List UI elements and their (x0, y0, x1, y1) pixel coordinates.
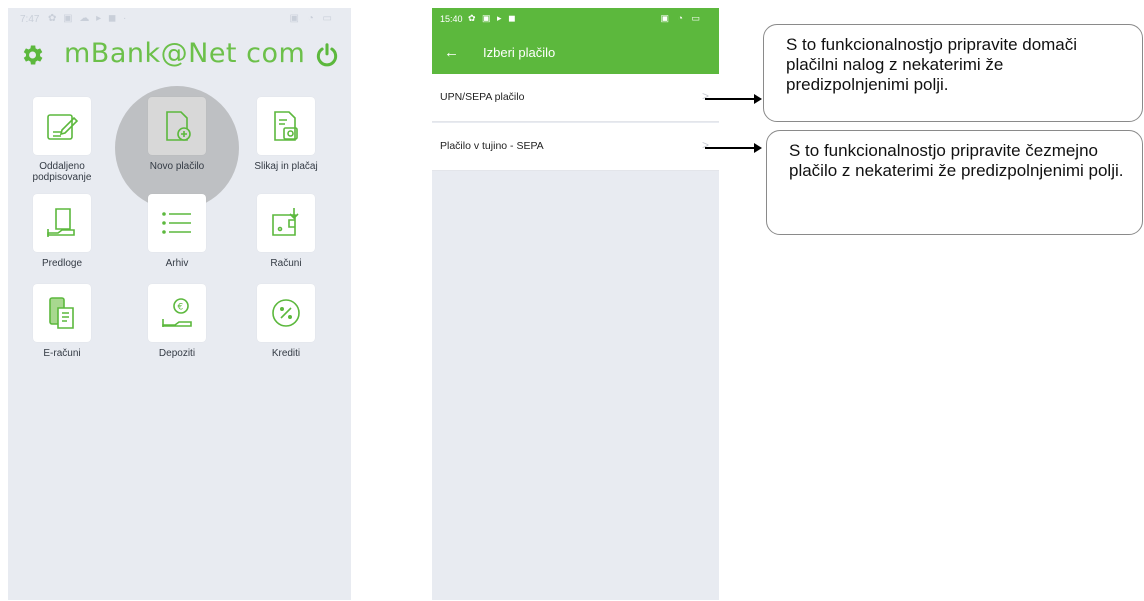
tile-box (148, 194, 206, 252)
tile-box (257, 284, 315, 342)
tile-e-invoices[interactable]: E-računi (12, 284, 112, 359)
screen-title: Izberi plačilo (483, 45, 556, 60)
status-system-icons: ▣ ◔ ▭ (660, 13, 703, 23)
chevron-right-icon: > (701, 89, 709, 103)
tile-label: Predloge (41, 258, 83, 269)
power-icon[interactable] (314, 42, 340, 68)
tile-box (257, 194, 315, 252)
status-system-icons: ▣ ◔ ▭ (289, 13, 335, 24)
new-payment-icon (166, 111, 191, 141)
tile-box (257, 97, 315, 155)
app-brand-title: mBank@Net com (64, 38, 306, 69)
chevron-right-icon: > (701, 138, 709, 152)
tile-scan-pay[interactable]: Slikaj in plačaj (236, 97, 336, 172)
deposit-icon: € (162, 298, 192, 327)
tile-label: Računi (270, 258, 302, 269)
gear-icon[interactable] (19, 42, 45, 68)
tile-box (33, 284, 91, 342)
tile-box (33, 97, 91, 155)
list-item-foreign-sepa[interactable]: Plačilo v tujino - SEPA > (432, 123, 719, 171)
status-notification-icons: ✿ ▣ ☁ ▸ ◼ · (48, 13, 129, 24)
status-bar: 15:40 ✿ ▣ ▸ ◼ ▣ ◔ ▭ (432, 8, 719, 30)
tile-box: € (148, 284, 206, 342)
archive-list-icon (162, 212, 191, 234)
tile-remote-signing[interactable]: Oddaljeno podpisovanje (12, 97, 112, 183)
tile-accounts[interactable]: Računi (236, 194, 336, 269)
scan-pay-icon (274, 111, 298, 141)
tile-label: E-računi (43, 348, 81, 359)
callout-text: S to funkcionalnostjo pripravite čezmejn… (789, 141, 1124, 180)
callout-text: S to funkcionalnostjo pripravite domači … (786, 35, 1078, 94)
callout-domestic-payment: S to funkcionalnostjo pripravite domači … (763, 24, 1143, 122)
tile-archive[interactable]: Arhiv (127, 194, 227, 269)
callout-arrow (705, 94, 762, 104)
svg-text:€: € (178, 303, 184, 313)
tile-box (148, 97, 206, 155)
credit-percent-icon (272, 299, 300, 327)
templates-icon (47, 208, 75, 237)
tile-label: Slikaj in plačaj (254, 161, 318, 172)
callout-crossborder-payment: S to funkcionalnostjo pripravite čezmejn… (766, 130, 1143, 235)
tile-label: Arhiv (165, 258, 189, 269)
app-header: mBank@Net com (8, 34, 351, 78)
tile-label: Krediti (271, 348, 301, 359)
list-item-upn-sepa[interactable]: UPN/SEPA plačilo > (432, 74, 719, 122)
status-time: 7:47 (20, 14, 40, 25)
tile-templates[interactable]: Predloge (12, 194, 112, 269)
e-invoice-icon (49, 297, 74, 329)
callout-arrow (705, 143, 762, 153)
list-item-label: UPN/SEPA plačilo (440, 91, 525, 103)
status-bar: 7:47 ✿ ▣ ☁ ▸ ◼ · ▣ ◔ ▭ (8, 8, 351, 30)
payment-select-screen: 15:40 ✿ ▣ ▸ ◼ ▣ ◔ ▭ ← Izberi plačilo UPN… (432, 8, 719, 600)
back-arrow-icon[interactable]: ← (444, 44, 459, 61)
tile-deposits[interactable]: € Depoziti (127, 284, 227, 359)
tile-label: Depoziti (158, 348, 196, 359)
status-notification-icons: ✿ ▣ ▸ ◼ (468, 13, 518, 23)
sign-document-icon (47, 114, 79, 140)
status-time: 15:40 (440, 14, 463, 24)
list-item-label: Plačilo v tujino - SEPA (440, 140, 544, 152)
tile-credits[interactable]: Krediti (236, 284, 336, 359)
tile-label: Novo plačilo (149, 161, 205, 172)
tile-new-payment[interactable]: Novo plačilo (127, 97, 227, 172)
tile-box (33, 194, 91, 252)
app-bar: 15:40 ✿ ▣ ▸ ◼ ▣ ◔ ▭ ← Izberi plačilo (432, 8, 719, 74)
accounts-wallet-icon (272, 208, 299, 236)
tile-label: Oddaljeno podpisovanje (32, 161, 92, 183)
home-screen: 7:47 ✿ ▣ ☁ ▸ ◼ · ▣ ◔ ▭ mBank@Net com Odd… (8, 8, 351, 600)
